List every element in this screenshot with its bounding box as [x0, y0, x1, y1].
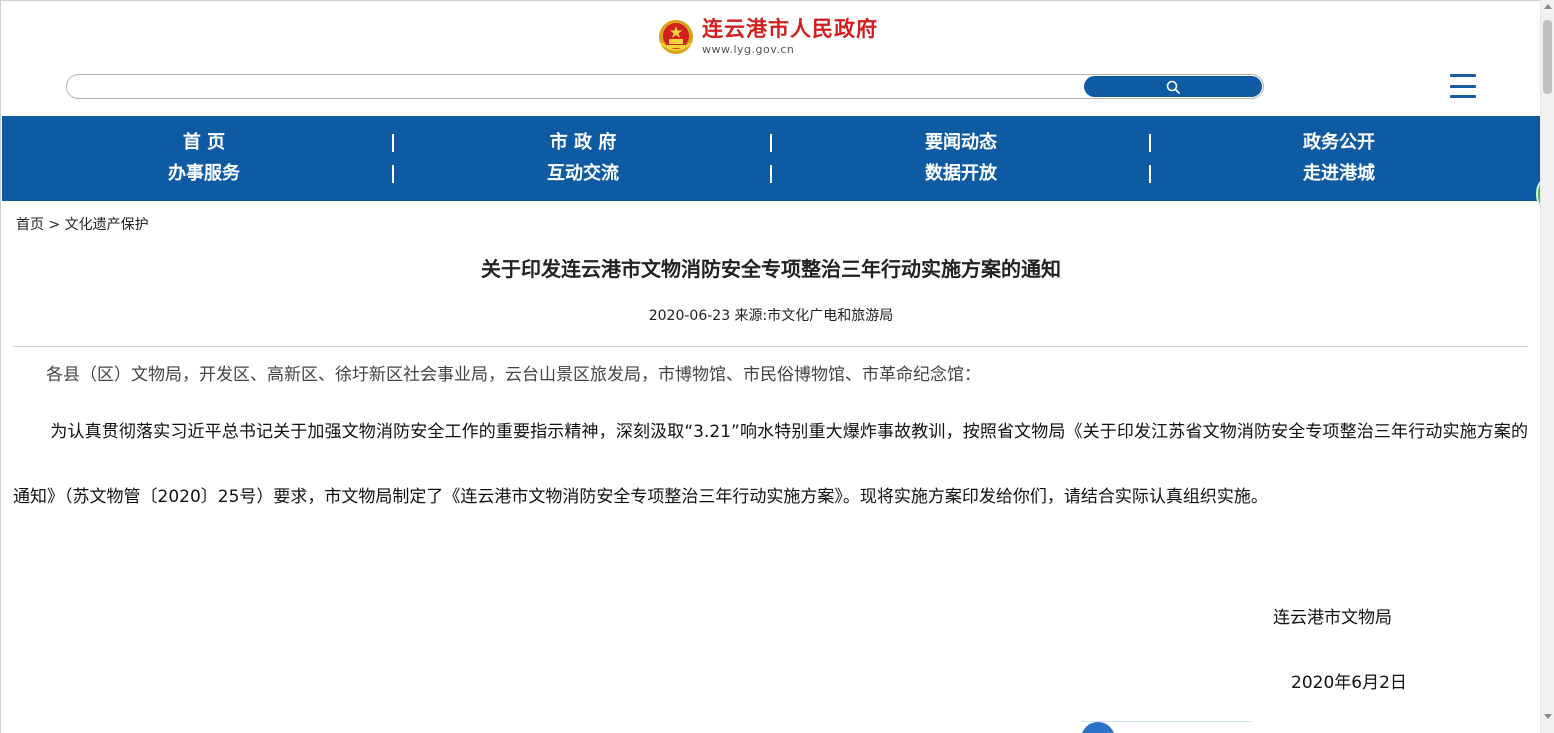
nav-item-home[interactable]: 首 页 [74, 130, 334, 156]
breadcrumb-home[interactable]: 首页 [16, 217, 44, 233]
divider [13, 346, 1528, 347]
nav-separator [392, 134, 394, 152]
nav-item-open-data[interactable]: 数据开放 [831, 161, 1091, 187]
article-salutation: 各县（区）文物局，开发区、高新区、徐圩新区社会事业局，云台山景区旅发局，市博物馆… [46, 365, 981, 385]
menu-icon[interactable] [1450, 74, 1476, 98]
search-icon [1166, 80, 1180, 94]
national-emblem-icon [659, 20, 693, 54]
nav-item-government[interactable]: 市 政 府 [453, 130, 713, 156]
scrollbar[interactable] [1540, 0, 1554, 733]
nav-item-city-intro[interactable]: 走进港城 [1209, 161, 1469, 187]
nav-separator [770, 165, 772, 183]
bottom-toolbar [1081, 721, 1251, 733]
share-button[interactable] [1081, 722, 1115, 733]
search-bar [66, 74, 1264, 99]
breadcrumb-separator: > [48, 217, 61, 233]
nav-separator [1149, 134, 1151, 152]
page: 连云港市人民政府 www.lyg.gov.cn 首 页 市 政 府 要闻动态 政… [0, 0, 1540, 733]
site-name: 连云港市人民政府 [702, 17, 878, 41]
main-nav: 首 页 市 政 府 要闻动态 政务公开 办事服务 互动交流 数据开放 走进港城 [2, 116, 1540, 201]
signature-organization: 连云港市文物局 [1273, 608, 1392, 628]
nav-item-interaction[interactable]: 互动交流 [453, 161, 713, 187]
article-meta: 2020-06-23 来源:市文化广电和旅游局 [648, 308, 894, 324]
nav-item-services[interactable]: 办事服务 [74, 161, 334, 187]
nav-separator [1149, 165, 1151, 183]
breadcrumb: 首页 > 文化遗产保护 [16, 216, 149, 234]
signature-date: 2020年6月2日 [1291, 673, 1407, 693]
nav-item-news[interactable]: 要闻动态 [831, 130, 1091, 156]
article-body: 为认真贯彻落实习近平总书记关于加强文物消防安全工作的重要指示精神，深刻汲取“3.… [13, 422, 1528, 507]
breadcrumb-current[interactable]: 文化遗产保护 [65, 217, 149, 233]
site-brand[interactable]: 连云港市人民政府 www.lyg.gov.cn [658, 13, 878, 61]
scroll-up-icon[interactable] [1544, 4, 1552, 9]
nav-item-public-affairs[interactable]: 政务公开 [1209, 130, 1469, 156]
scrollbar-thumb[interactable] [1543, 20, 1552, 94]
search-input[interactable] [77, 77, 1077, 96]
article-title: 关于印发连云港市文物消防安全专项整治三年行动实施方案的通知 [481, 257, 1061, 281]
nav-separator [392, 165, 394, 183]
scroll-down-icon[interactable] [1544, 714, 1552, 719]
site-url: www.lyg.gov.cn [702, 43, 795, 56]
search-button[interactable] [1084, 76, 1262, 97]
nav-separator [770, 134, 772, 152]
